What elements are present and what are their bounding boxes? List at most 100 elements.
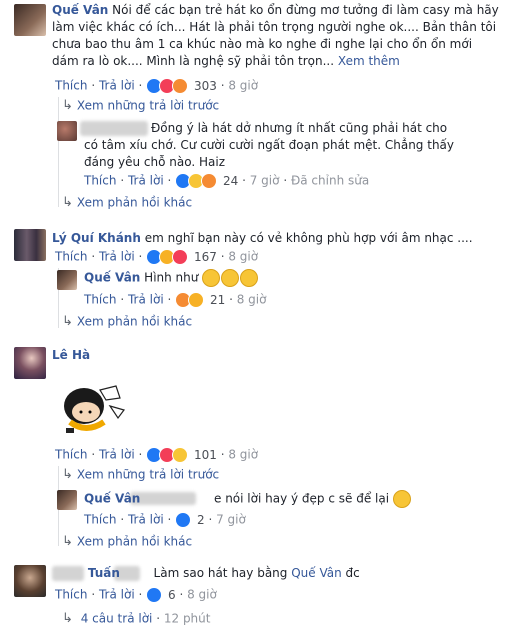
reactions[interactable] [146,446,189,463]
reply-arrow-icon: ↳ [62,194,73,210]
reactions[interactable] [175,511,192,528]
reply-text: Quế Vân e nói lời hay ý đẹp c sẽ để lại [84,490,412,508]
reactions[interactable] [146,77,189,94]
cartoon-sticker-image [64,385,126,433]
comment-author[interactable]: Lý Quí Khánh [52,231,141,245]
comment-actions: Thích · Trả lời · 6 · 8 giờ [55,586,217,603]
separator: · [220,249,225,264]
grinning-emoji-icon [202,269,259,287]
more-replies[interactable]: ↳ Xem phản hồi khác [62,194,192,211]
replies-summary[interactable]: ↳ 4 câu trả lời · 12 phút [62,610,210,627]
mention-link[interactable]: Quế Vân [291,566,341,580]
like-link[interactable]: Thích [55,448,87,462]
view-previous-replies-label[interactable]: Xem những trả lời trước [77,468,219,482]
separator: · [179,587,184,602]
reply-text: Đồng ý là hát dở nhưng ít nhất cũng phải… [84,121,455,169]
timestamp[interactable]: 7 giờ [216,513,246,527]
more-replies-label[interactable]: Xem phản hồi khác [77,315,192,329]
reply-link[interactable]: Trả lời [99,588,135,602]
thread-line [58,97,59,207]
reactions[interactable] [175,291,205,308]
reactions-count[interactable]: 101 [194,448,217,462]
separator: · [167,173,172,188]
reactions-count[interactable]: 167 [194,250,217,264]
grinning-emoji-icon [392,490,411,508]
separator: · [91,447,96,462]
see-more-link[interactable]: Xem thêm [338,54,400,68]
reply-link[interactable]: Trả lời [128,513,164,527]
separator: · [167,292,172,307]
view-previous-replies-label[interactable]: Xem những trả lời trước [77,99,219,113]
separator: · [156,611,161,626]
like-link[interactable]: Thích [84,174,116,188]
comment-author[interactable]: Tuấn [88,566,120,580]
more-replies-label[interactable]: Xem phản hồi khác [77,196,192,210]
more-replies[interactable]: ↳ Xem phản hồi khác [62,313,192,330]
separator: · [138,78,143,93]
more-replies[interactable]: ↳ Xem phản hồi khác [62,533,192,550]
comment-author[interactable]: Lê Hà [52,348,90,362]
reply-link[interactable]: Trả lời [128,293,164,307]
comment-author[interactable]: Quế Vân [52,3,108,17]
avatar[interactable] [14,229,46,261]
love-reaction-icon [172,248,189,265]
comment-text: Tuấn Làm sao hát hay bằng Quế Vân đc [52,565,502,582]
like-link[interactable]: Thích [55,588,87,602]
reply-arrow-icon: ↳ [62,610,73,626]
reactions-count[interactable]: 6 [168,588,176,602]
angry-reaction-icon [172,77,189,94]
avatar[interactable] [14,4,46,36]
reply-author[interactable]: Quế Vân [84,492,140,506]
cartoon-sticker[interactable] [54,370,134,440]
avatar[interactable] [14,347,46,379]
like-link[interactable]: Thích [84,293,116,307]
replies-count-link[interactable]: 4 câu trả lời [81,612,153,626]
timestamp[interactable]: 7 giờ [250,174,280,188]
timestamp[interactable]: 8 giờ [237,293,267,307]
separator: · [242,173,246,188]
timestamp[interactable]: 8 giờ [228,448,258,462]
like-link[interactable]: Thích [84,513,116,527]
separator: · [229,292,233,307]
like-reaction-icon [146,586,163,603]
comment-actions: Thích · Trả lời · 167 · 8 giờ [55,248,258,265]
separator: · [91,587,96,602]
view-previous-replies[interactable]: ↳ Xem những trả lời trước [62,97,219,114]
reactions[interactable] [175,172,218,189]
more-replies-label[interactable]: Xem phản hồi khác [77,535,192,549]
avatar[interactable] [57,490,77,510]
reply-link[interactable]: Trả lời [99,448,135,462]
comment-body: Nói để các bạn trẻ hát ko ổn đừng mơ tưở… [52,3,499,68]
reactions-count[interactable]: 24 [223,174,238,188]
comment-actions: Thích · Trả lời · 303 · 8 giờ [55,77,258,94]
reactions[interactable] [146,586,163,603]
reply-link[interactable]: Trả lời [128,174,164,188]
reactions-count[interactable]: 21 [210,293,225,307]
timestamp[interactable]: 8 giờ [228,79,258,93]
comment-actions: Thích · Trả lời · 101 · 8 giờ [55,446,258,463]
timestamp[interactable]: 8 giờ [187,588,217,602]
angry-reaction-icon [201,172,218,189]
avatar[interactable] [14,565,46,597]
comment-body-end: đc [345,566,360,580]
reactions[interactable] [146,248,189,265]
comment-text: Lý Quí Khánh em nghĩ bạn này có vẻ không… [52,230,502,247]
avatar[interactable] [57,270,77,290]
reply-link[interactable]: Trả lời [99,250,135,264]
view-previous-replies[interactable]: ↳ Xem những trả lời trước [62,466,219,483]
reactions-count[interactable]: 2 [197,513,205,527]
reactions-count[interactable]: 303 [194,79,217,93]
separator: · [138,249,143,264]
wow-reaction-icon [172,446,189,463]
avatar[interactable] [57,121,77,141]
edit-history-link[interactable]: Đã chỉnh sửa [291,174,369,188]
separator: · [91,249,96,264]
like-link[interactable]: Thích [55,79,87,93]
reply-text: Quế Vân Hình như [84,269,259,287]
reply-actions: Thích · Trả lời · 24 · 7 giờ · Đã chỉnh … [84,172,369,189]
timestamp[interactable]: 8 giờ [228,250,258,264]
reply-link[interactable]: Trả lời [99,79,135,93]
reply-author[interactable]: Quế Vân [84,271,140,285]
like-link[interactable]: Thích [55,250,87,264]
replies-time: 12 phút [163,611,211,626]
